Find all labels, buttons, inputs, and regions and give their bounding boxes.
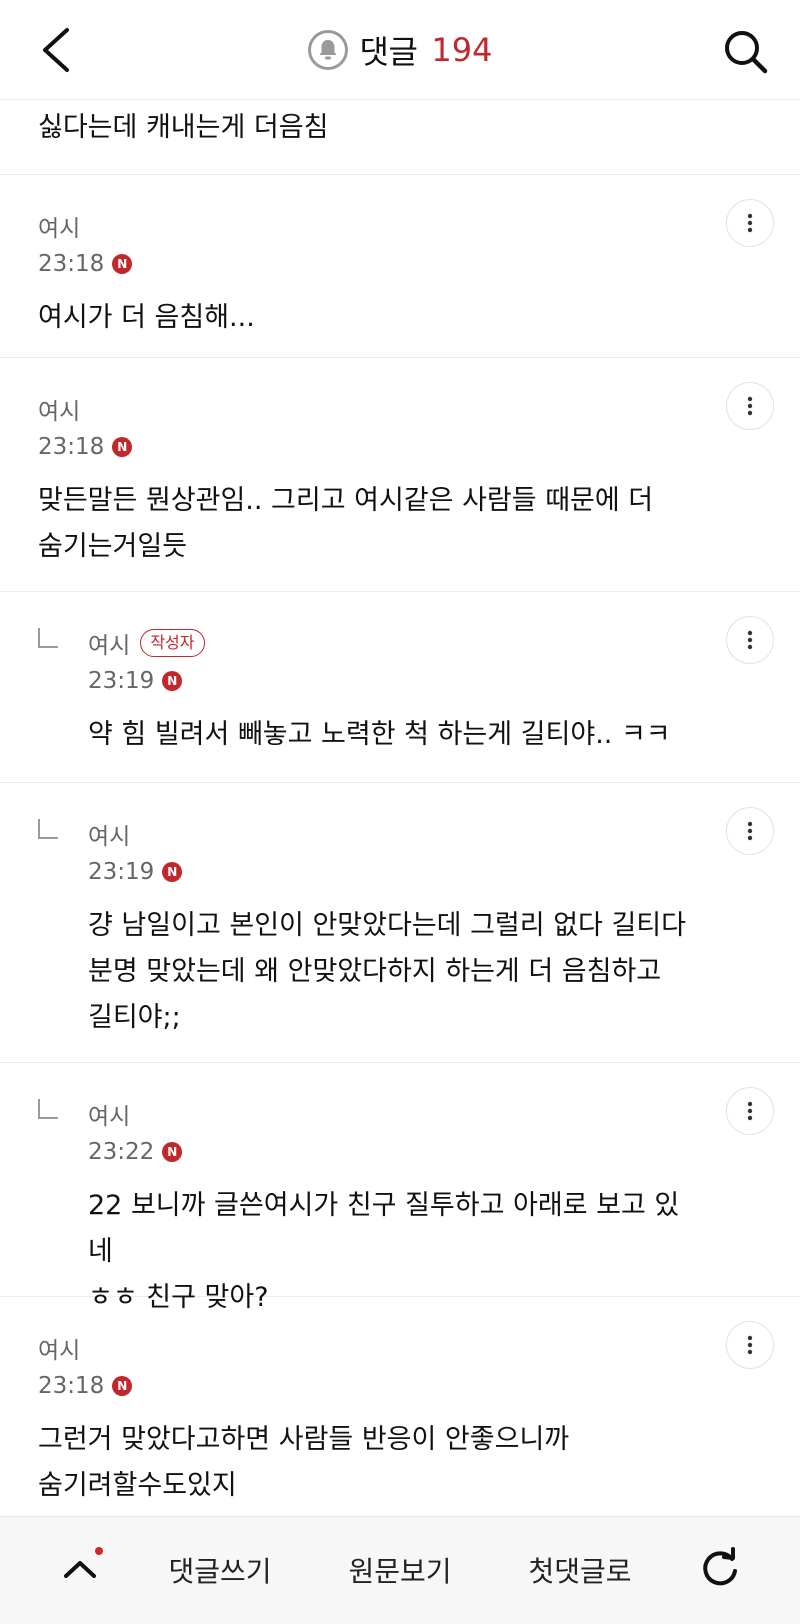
reply-item: 여시 작성자 23:19 N 약 힘 빌려서 빼놓고 노력한 척 하는게 길티야…	[0, 592, 800, 783]
more-vertical-icon	[747, 1335, 753, 1355]
new-badge: N	[162, 671, 183, 691]
comment-time-row: 23:18 N	[38, 1367, 690, 1405]
comment-time: 23:22	[88, 1139, 155, 1165]
comment-time-row: 23:18 N	[38, 428, 690, 466]
comment-author-row: 여시	[38, 207, 690, 245]
comment-author-row: 여시	[38, 1329, 690, 1367]
comment-more-button[interactable]	[726, 616, 774, 664]
more-vertical-icon	[747, 1101, 753, 1121]
comment-list[interactable]: 싫다는데 캐내는게 더음침 여시 23:18 N 여시가 더 음침해... 여시…	[0, 100, 800, 1516]
comment-body: 걍 남일이고 본인이 안맞았다는데 그럴리 없다 길티다 분명 맞았는데 왜 안…	[88, 910, 686, 1033]
comment-item: 여시 23:18 N 그런거 맞았다고하면 사람들 반응이 안좋으니까 숨기려할…	[0, 1297, 800, 1516]
comment-author[interactable]: 여시	[88, 1097, 130, 1131]
new-badge: N	[112, 254, 133, 274]
comment-time-row: 23:19 N	[88, 662, 690, 700]
page-title: 댓글	[359, 33, 418, 71]
comment-author[interactable]: 여시	[88, 626, 130, 660]
comment-author-row: 여시 작성자	[88, 624, 690, 662]
comment-body: 약 힘 빌려서 빼놓고 노력한 척 하는게 길티야.. ㅋㅋ	[88, 719, 671, 750]
more-vertical-icon	[747, 821, 753, 841]
search-icon	[725, 31, 768, 74]
comment-time: 23:19	[88, 668, 155, 694]
comment-more-button[interactable]	[726, 199, 774, 247]
reply-item: 여시 23:19 N 걍 남일이고 본인이 안맞았다는데 그럴리 없다 길티다 …	[0, 783, 800, 1063]
comment-more-button[interactable]	[726, 1087, 774, 1135]
comment-author[interactable]: 여시	[38, 392, 80, 426]
comment-body: 맞든말든 뭔상관임.. 그리고 여시같은 사람들 때문에 더 숨기는거일듯	[38, 485, 654, 562]
comment-more-button[interactable]	[726, 382, 774, 430]
reply-indicator-icon	[38, 819, 58, 839]
header-title-group: 댓글 194	[0, 26, 800, 74]
first-comment-button[interactable]: 첫댓글로	[510, 1543, 650, 1597]
comment-author-row: 여시	[88, 815, 690, 853]
top-header: 댓글 194	[0, 0, 800, 100]
comment-time-row: 23:19 N	[88, 853, 690, 891]
more-vertical-icon	[747, 630, 753, 650]
search-button[interactable]	[718, 24, 774, 80]
comment-author[interactable]: 여시	[38, 209, 80, 243]
notification-dot	[95, 1547, 103, 1555]
comment-more-button[interactable]	[726, 807, 774, 855]
comment-time: 23:18	[38, 251, 105, 277]
comment-more-button[interactable]	[726, 1321, 774, 1369]
notification-bell-button[interactable]	[307, 30, 348, 70]
comment-body: 그런거 맞았다고하면 사람들 반응이 안좋으니까 숨기려할수도있지	[38, 1424, 570, 1501]
author-badge: 작성자	[140, 629, 205, 657]
comment-item: 여시 23:18 N 맞든말든 뭔상관임.. 그리고 여시같은 사람들 때문에 …	[0, 358, 800, 592]
comment-time-row: 23:22 N	[88, 1133, 690, 1171]
comment-body: 여시가 더 음침해...	[38, 302, 255, 333]
bottom-action-bar: 댓글쓰기 원문보기 첫댓글로	[0, 1516, 800, 1624]
reply-indicator-icon	[38, 1099, 58, 1119]
comment-time-row: 23:18 N	[38, 245, 690, 283]
new-badge: N	[162, 1142, 183, 1162]
refresh-button[interactable]	[692, 1541, 748, 1597]
comment-body: 싫다는데 캐내는게 더음침	[38, 112, 329, 143]
new-badge: N	[162, 862, 183, 882]
comment-author[interactable]: 여시	[38, 1331, 80, 1365]
more-vertical-icon	[747, 213, 753, 233]
comment-author-row: 여시	[38, 390, 690, 428]
comment-time: 23:19	[88, 859, 155, 885]
write-comment-button[interactable]: 댓글쓰기	[150, 1543, 290, 1597]
comment-time: 23:18	[38, 434, 105, 460]
comment-author[interactable]: 여시	[88, 817, 130, 851]
comment-item: 여시 23:18 N 여시가 더 음침해...	[0, 175, 800, 358]
comment-time: 23:18	[38, 1373, 105, 1399]
new-badge: N	[112, 1376, 133, 1396]
comment-author-row: 여시	[88, 1095, 690, 1133]
new-badge: N	[112, 437, 133, 457]
chevron-up-icon	[64, 1561, 96, 1578]
reply-indicator-icon	[38, 628, 58, 648]
more-vertical-icon	[747, 396, 753, 416]
reply-item: 여시 23:22 N 22 보니까 글쓴여시가 친구 질투하고 아래로 보고 있…	[0, 1063, 800, 1313]
comment-count: 194	[431, 31, 493, 69]
refresh-icon	[703, 1547, 737, 1586]
app-root: 댓글 194 싫다는데 캐내는게 더음침 여시 23:18 N 여시가 더 음침…	[0, 0, 800, 1624]
bell-icon	[319, 40, 337, 60]
comment-fragment: 싫다는데 캐내는게 더음침	[0, 100, 800, 175]
view-original-button[interactable]: 원문보기	[330, 1543, 470, 1597]
